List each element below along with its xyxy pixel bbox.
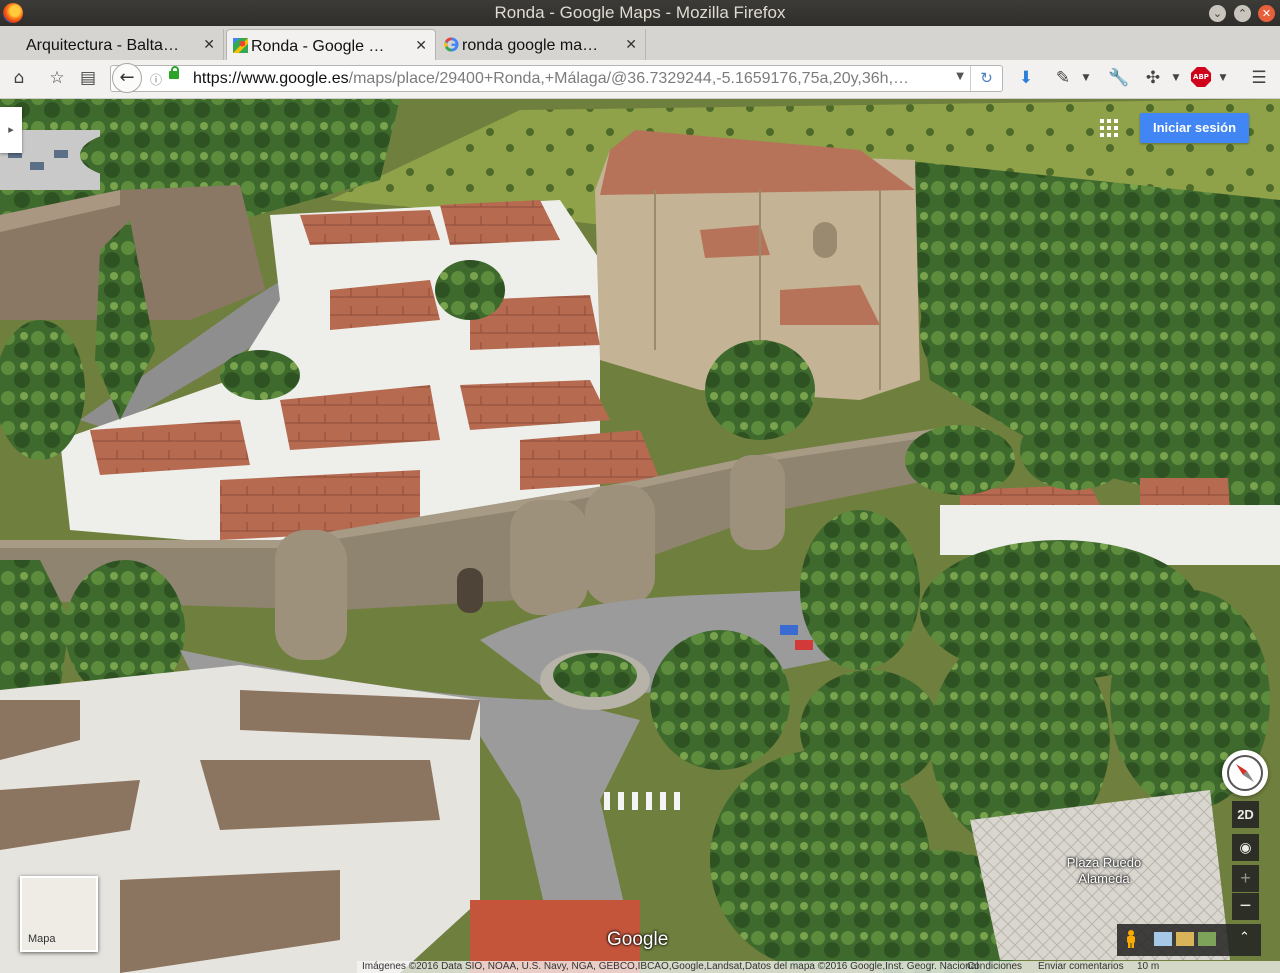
- url-path: /maps/place/29400+Ronda,+Málaga/@36.7329…: [348, 70, 910, 87]
- expand-imagery-icon[interactable]: ⌃: [1239, 930, 1250, 945]
- tab-label: ronda google ma…: [462, 37, 599, 54]
- url-history-dropdown-icon[interactable]: ▼: [956, 71, 964, 82]
- window-titlebar: Ronda - Google Maps - Mozilla Firefox ⌄ …: [0, 0, 1280, 26]
- imagery-thumb-photos[interactable]: [1154, 932, 1172, 946]
- abp-dropdown-icon[interactable]: ▼: [1213, 68, 1233, 88]
- terms-link[interactable]: Condiciones: [967, 961, 1022, 973]
- tab-ronda-google-search[interactable]: ronda google ma… ✕: [438, 29, 646, 60]
- extension-icon[interactable]: ✣: [1143, 68, 1163, 88]
- hamburger-menu-icon[interactable]: ☰: [1249, 68, 1269, 88]
- zoom-in-button[interactable]: +: [1232, 865, 1259, 892]
- downloads-icon[interactable]: ⬇: [1016, 68, 1036, 88]
- reader-view-icon[interactable]: ▤: [78, 68, 98, 88]
- url-bar[interactable]: ⓘ https://www.google.es/maps/place/29400…: [110, 65, 1003, 92]
- sign-in-button[interactable]: Iniciar sesión: [1140, 113, 1249, 143]
- bookmark-star-icon[interactable]: ☆: [47, 68, 67, 88]
- close-tab-icon[interactable]: ✕: [203, 36, 215, 53]
- lock-icon: [169, 66, 179, 79]
- close-tab-icon[interactable]: ✕: [415, 37, 427, 54]
- url-text[interactable]: https://www.google.es/maps/place/29400+R…: [193, 70, 953, 88]
- maximize-window-icon[interactable]: ⌃: [1234, 5, 1251, 22]
- map-footer: Imágenes ©2016 Data SIO, NOAA, U.S. Navy…: [357, 961, 1280, 973]
- close-window-icon[interactable]: ✕: [1258, 5, 1275, 22]
- my-location-icon[interactable]: ◉: [1232, 834, 1259, 861]
- url-domain: https://www.google.es: [193, 70, 349, 87]
- window-title: Ronda - Google Maps - Mozilla Firefox: [494, 3, 786, 22]
- google-maps-icon: [233, 38, 248, 53]
- imagery-thumb-tour[interactable]: [1176, 932, 1194, 946]
- google-logo: Google: [607, 929, 669, 950]
- tab-label: Arquitectura - Balta…: [26, 37, 179, 54]
- tab-strip: Arquitectura - Balta… ✕ Ronda - Google ……: [0, 26, 1280, 80]
- side-panel-toggle-button[interactable]: ▸: [0, 107, 22, 153]
- back-button[interactable]: ←: [112, 63, 142, 93]
- satellite-3d-imagery[interactable]: [0, 99, 1280, 973]
- navigation-toolbar: ⌂ ☆ ▤ ⓘ https://www.google.es/maps/place…: [0, 60, 1280, 99]
- site-info-icon[interactable]: ⓘ: [150, 71, 162, 88]
- compass-icon[interactable]: [1222, 750, 1268, 796]
- imagery-thumb-satellite[interactable]: [1198, 932, 1216, 946]
- tab-arquitectura[interactable]: Arquitectura - Balta… ✕: [2, 29, 224, 60]
- tab-ronda-google-maps[interactable]: Ronda - Google … ✕: [226, 29, 436, 60]
- minimap-label: Mapa: [28, 933, 56, 945]
- map-viewport[interactable]: [0, 99, 1280, 973]
- developer-wrench-icon[interactable]: 🔧: [1108, 68, 1129, 88]
- minimize-window-icon[interactable]: ⌄: [1209, 5, 1226, 22]
- send-feedback-link[interactable]: Enviar comentarios: [1038, 961, 1124, 973]
- google-g-icon: [444, 37, 459, 52]
- eyedropper-dropdown-icon[interactable]: ▼: [1076, 68, 1096, 88]
- eyedropper-icon[interactable]: ✎: [1053, 68, 1073, 88]
- google-apps-icon[interactable]: [1100, 119, 1118, 137]
- close-tab-icon[interactable]: ✕: [625, 36, 637, 53]
- tab-label: Ronda - Google …: [251, 38, 385, 55]
- adblock-plus-icon[interactable]: ABP: [1191, 67, 1211, 87]
- map-view-switcher[interactable]: Mapa: [20, 876, 98, 952]
- map-attribution: Imágenes ©2016 Data SIO, NOAA, U.S. Navy…: [362, 961, 979, 972]
- home-icon[interactable]: ⌂: [9, 68, 29, 88]
- pegman-icon[interactable]: [1125, 930, 1137, 948]
- extension-dropdown-icon[interactable]: ▼: [1166, 68, 1186, 88]
- imagery-panel[interactable]: ⌃: [1117, 924, 1261, 956]
- toggle-2d-button[interactable]: 2D: [1232, 801, 1259, 828]
- reload-icon[interactable]: ↻: [970, 66, 1002, 91]
- place-label-plaza-ruedo-alameda[interactable]: Plaza Ruedo Alameda: [1053, 855, 1155, 887]
- zoom-out-button[interactable]: −: [1232, 893, 1259, 920]
- scale-label[interactable]: 10 m: [1137, 961, 1159, 973]
